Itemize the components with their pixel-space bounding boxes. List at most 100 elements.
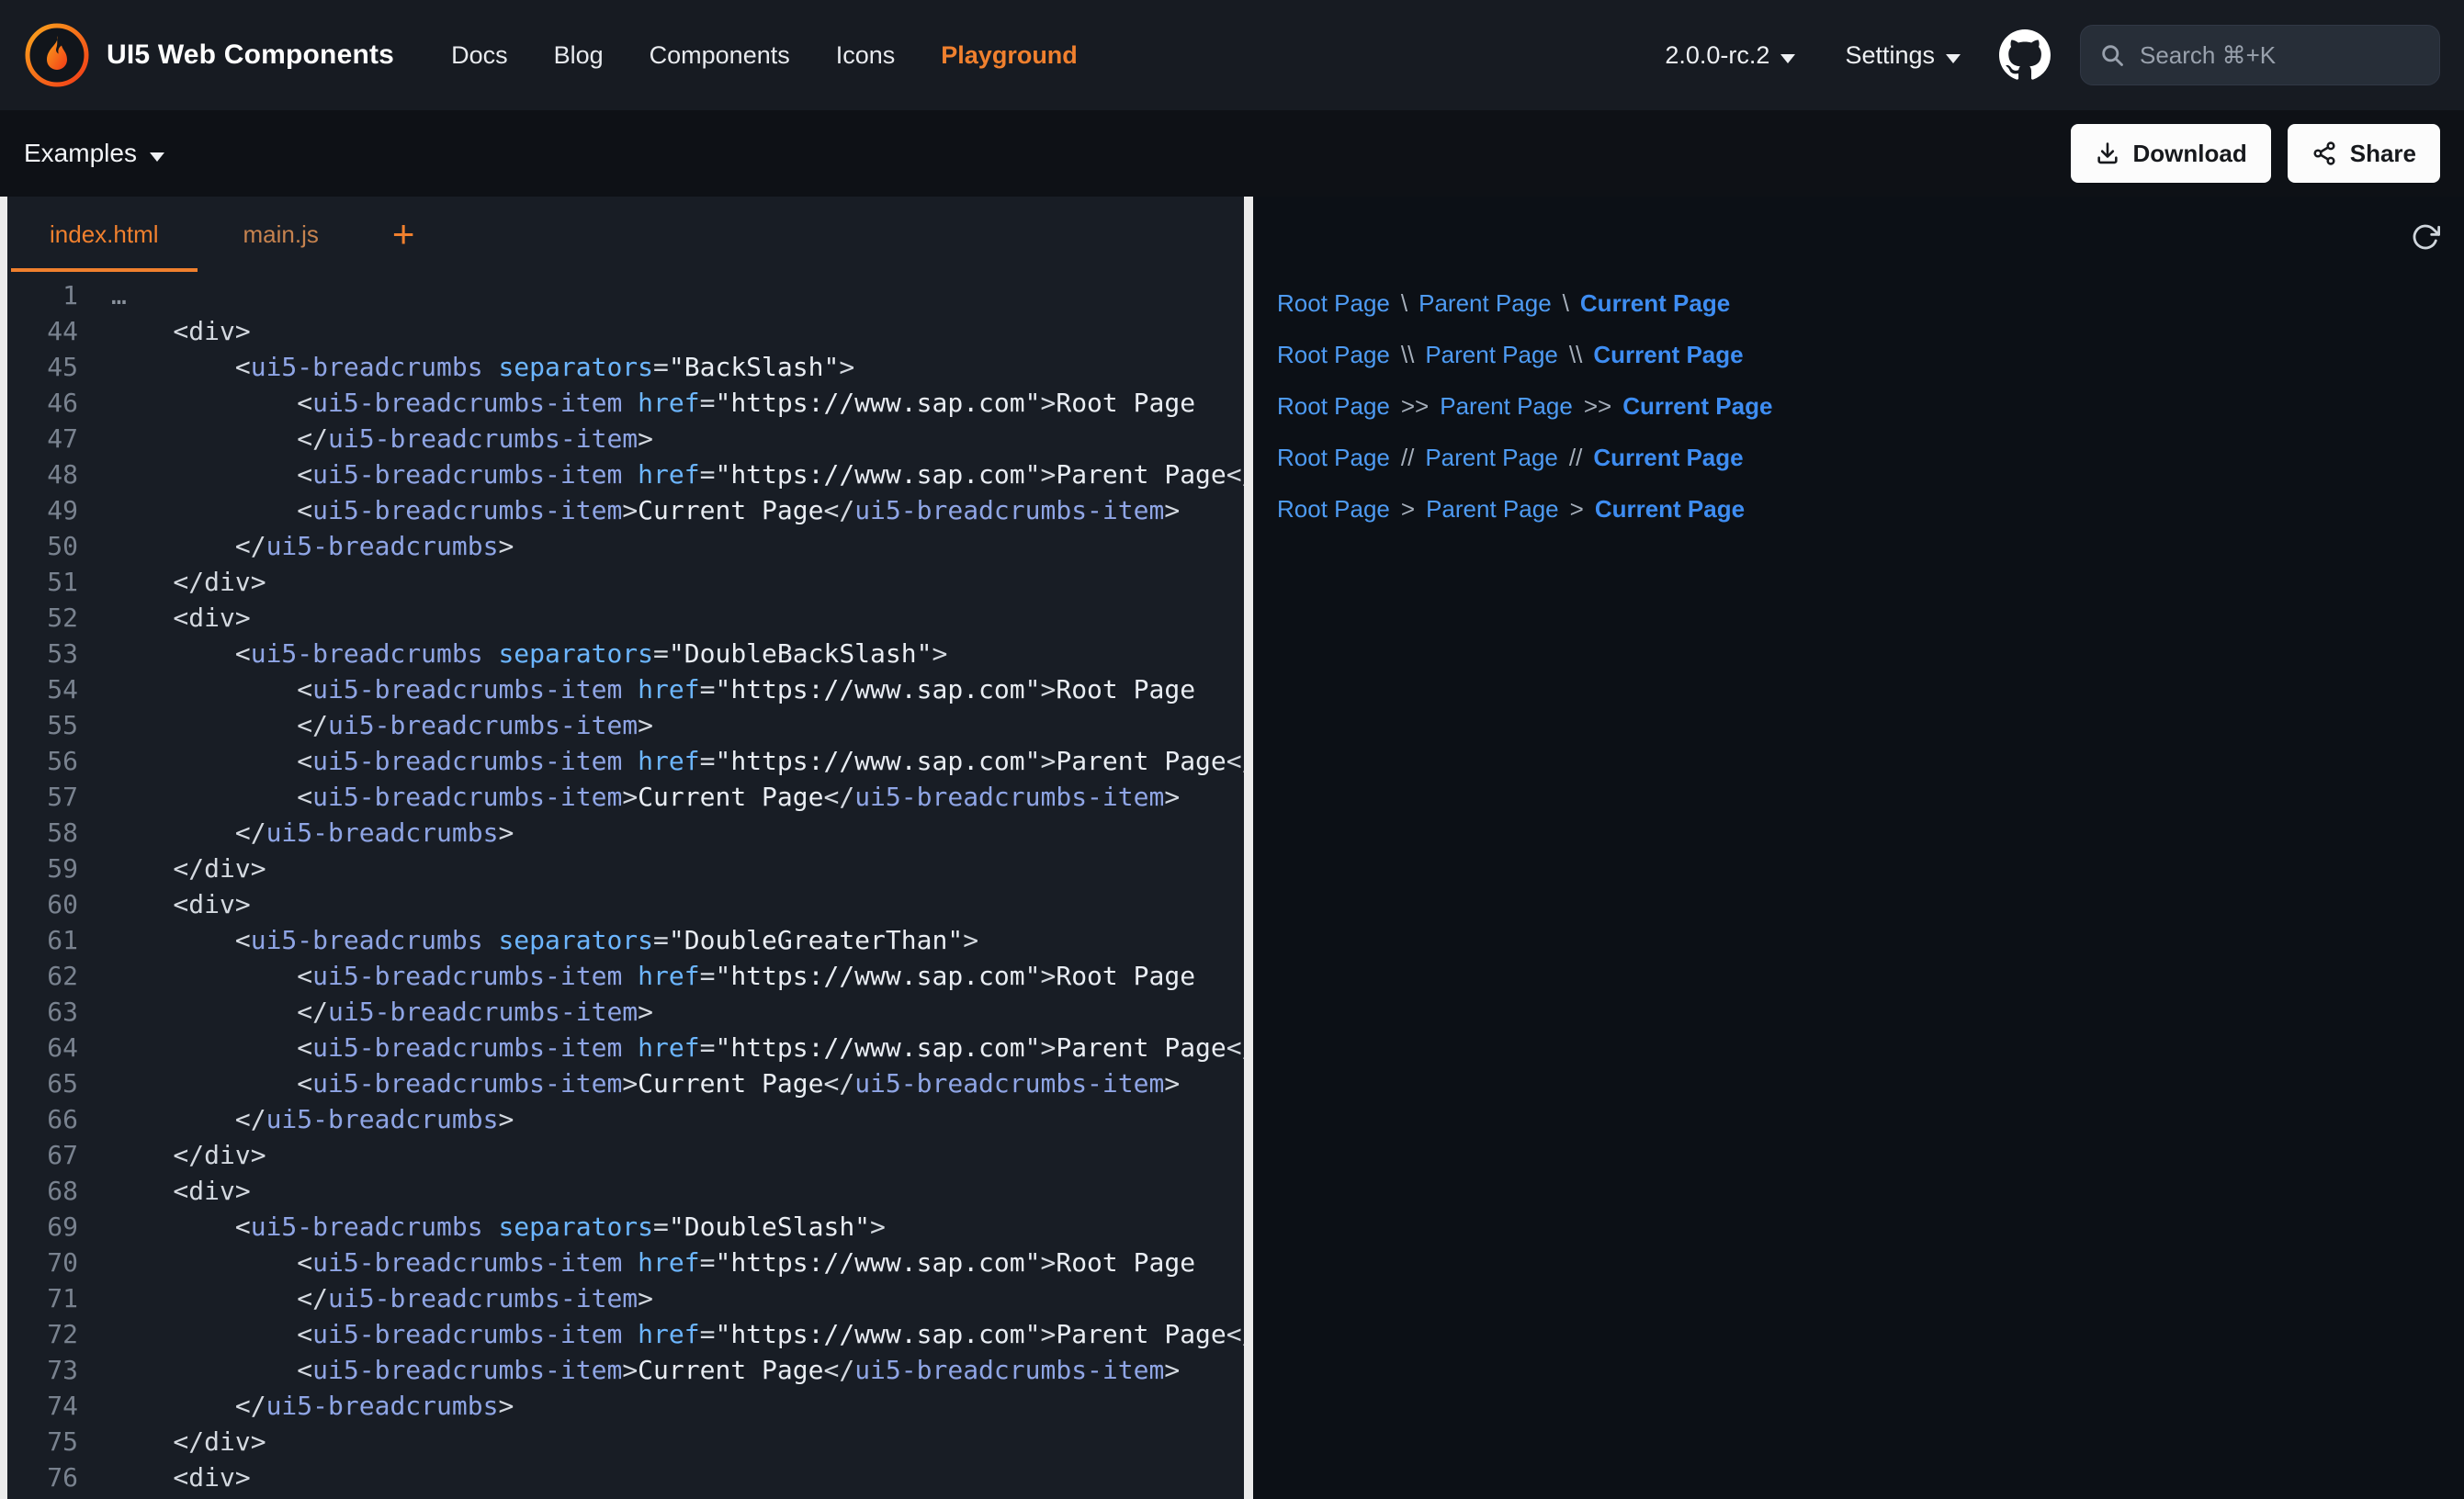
refresh-button[interactable] [2411,222,2440,252]
tab-index-html[interactable]: index.html [7,197,201,272]
search-box[interactable] [2080,25,2440,85]
breadcrumb-link[interactable]: Parent Page [1418,289,1552,318]
share-button[interactable]: Share [2288,124,2440,183]
nav-blog[interactable]: Blog [554,41,604,70]
code-line-text: <ui5-breadcrumbs separators="DoubleBackS… [78,636,947,671]
nav-docs[interactable]: Docs [451,41,508,70]
breadcrumb-link[interactable]: Root Page [1277,289,1390,318]
code-line-text: </ui5-breadcrumbs> [78,1101,514,1137]
github-link[interactable] [1999,29,2051,81]
brand[interactable]: UI5 Web Components [24,22,394,88]
code-line-text: <ui5-breadcrumbs separators="BackSlash"> [78,349,854,385]
download-button[interactable]: Download [2071,124,2271,183]
code-line[interactable]: 70 <ui5-breadcrumbs-item href="https://w… [7,1245,1244,1280]
code-line[interactable]: 63 </ui5-breadcrumbs-item> [7,994,1244,1030]
share-label: Share [2350,140,2416,168]
code-line[interactable]: 61 <ui5-breadcrumbs separators="DoubleGr… [7,922,1244,958]
code-line-text: <ui5-breadcrumbs-item href="https://www.… [78,1316,1244,1352]
add-tab-button[interactable]: + [361,197,446,272]
code-line-text: </ui5-breadcrumbs-item> [78,1280,653,1316]
code-line[interactable]: 51 </div> [7,564,1244,600]
breadcrumb-link[interactable]: Parent Page [1425,444,1558,472]
download-icon [2095,141,2120,166]
code-line-text: </ui5-breadcrumbs> [78,815,514,851]
code-line[interactable]: 60 <div> [7,886,1244,922]
code-line[interactable]: 54 <ui5-breadcrumbs-item href="https://w… [7,671,1244,707]
nav-playground[interactable]: Playground [941,41,1078,70]
version-dropdown[interactable]: 2.0.0-rc.2 [1665,41,1795,70]
code-line[interactable]: 72 <ui5-breadcrumbs-item href="https://w… [7,1316,1244,1352]
breadcrumb-link[interactable]: Root Page [1277,341,1390,369]
code-line[interactable]: 47 </ui5-breadcrumbs-item> [7,421,1244,456]
code-line[interactable]: 57 <ui5-breadcrumbs-item>Current Page</u… [7,779,1244,815]
line-number: 67 [7,1137,78,1173]
breadcrumb-link[interactable]: Parent Page [1425,341,1558,369]
settings-label: Settings [1845,41,1935,70]
code-line[interactable]: 64 <ui5-breadcrumbs-item href="https://w… [7,1030,1244,1065]
breadcrumb-separator: > [1401,495,1415,524]
code-line[interactable]: 50 </ui5-breadcrumbs> [7,528,1244,564]
split-resizer-handle[interactable] [1244,197,1253,1499]
code-line[interactable]: 53 <ui5-breadcrumbs separators="DoubleBa… [7,636,1244,671]
code-line[interactable]: 74 </ui5-breadcrumbs> [7,1388,1244,1424]
line-number: 68 [7,1173,78,1209]
preview-rows: Root Page\Parent Page\Current PageRoot P… [1277,277,2440,535]
code-line[interactable]: 65 <ui5-breadcrumbs-item>Current Page</u… [7,1065,1244,1101]
code-line[interactable]: 76 <div> [7,1460,1244,1495]
examples-dropdown[interactable]: Examples [24,139,164,168]
breadcrumb-current: Current Page [1622,392,1772,421]
line-number: 75 [7,1424,78,1460]
code-line[interactable]: 49 <ui5-breadcrumbs-item>Current Page</u… [7,492,1244,528]
code-line-text: <ui5-breadcrumbs separators="DoubleSlash… [78,1209,886,1245]
line-number: 53 [7,636,78,671]
code-line[interactable]: 48 <ui5-breadcrumbs-item href="https://w… [7,456,1244,492]
code-line[interactable]: 69 <ui5-breadcrumbs separators="DoubleSl… [7,1209,1244,1245]
code-line[interactable]: 67 </div> [7,1137,1244,1173]
code-line[interactable]: 45 <ui5-breadcrumbs separators="BackSlas… [7,349,1244,385]
tab-label: index.html [50,220,159,249]
line-number: 73 [7,1352,78,1388]
code-line[interactable]: 58 </ui5-breadcrumbs> [7,815,1244,851]
code-line[interactable]: 71 </ui5-breadcrumbs-item> [7,1280,1244,1316]
code-line-text: <ui5-breadcrumbs-item href="https://www.… [78,456,1244,492]
code-line[interactable]: 46 <ui5-breadcrumbs-item href="https://w… [7,385,1244,421]
code-line[interactable]: 73 <ui5-breadcrumbs-item>Current Page</u… [7,1352,1244,1388]
ui5-logo-icon [24,22,90,88]
brand-title: UI5 Web Components [107,39,394,71]
breadcrumb-separator: >> [1584,392,1611,421]
code-line[interactable]: 59 </div> [7,851,1244,886]
search-input[interactable] [2138,40,2449,71]
nav-icons[interactable]: Icons [836,41,896,70]
code-line[interactable]: 62 <ui5-breadcrumbs-item href="https://w… [7,958,1244,994]
code-line[interactable]: 75 </div> [7,1424,1244,1460]
breadcrumb-link[interactable]: Root Page [1277,444,1390,472]
breadcrumb-link[interactable]: Root Page [1277,495,1390,524]
code-line-text: </div> [78,1137,266,1173]
code-editor-panel: index.html main.js + 1…44 <div>45 <ui5-b… [7,197,1244,1499]
code-line[interactable]: 52 <div> [7,600,1244,636]
code-line[interactable]: 66 </ui5-breadcrumbs> [7,1101,1244,1137]
settings-dropdown[interactable]: Settings [1845,41,1961,70]
code-line[interactable]: 68 <div> [7,1173,1244,1209]
line-number: 46 [7,385,78,421]
preview-panel: Root Page\Parent Page\Current PageRoot P… [1253,197,2464,1499]
breadcrumb-link[interactable]: Parent Page [1440,392,1573,421]
chevron-down-icon [150,139,164,168]
code-line[interactable]: 55 </ui5-breadcrumbs-item> [7,707,1244,743]
line-number: 61 [7,922,78,958]
breadcrumb-separator: > [1570,495,1584,524]
code-lines[interactable]: 1…44 <div>45 <ui5-breadcrumbs separators… [7,272,1244,1499]
code-line[interactable]: 1… [7,277,1244,313]
breadcrumb-link[interactable]: Parent Page [1426,495,1559,524]
code-line-text: … [78,277,127,313]
line-number: 71 [7,1280,78,1316]
code-line[interactable]: 56 <ui5-breadcrumbs-item href="https://w… [7,743,1244,779]
tab-main-js[interactable]: main.js [201,197,361,272]
code-line-text: <ui5-breadcrumbs-item href="https://www.… [78,671,1195,707]
code-line[interactable]: 44 <div> [7,313,1244,349]
breadcrumb-current: Current Page [1595,495,1745,524]
playground-main: index.html main.js + 1…44 <div>45 <ui5-b… [0,197,2464,1499]
nav-components[interactable]: Components [650,41,790,70]
code-line-text: <ui5-breadcrumbs-item>Current Page</ui5-… [78,1352,1180,1388]
breadcrumb-link[interactable]: Root Page [1277,392,1390,421]
